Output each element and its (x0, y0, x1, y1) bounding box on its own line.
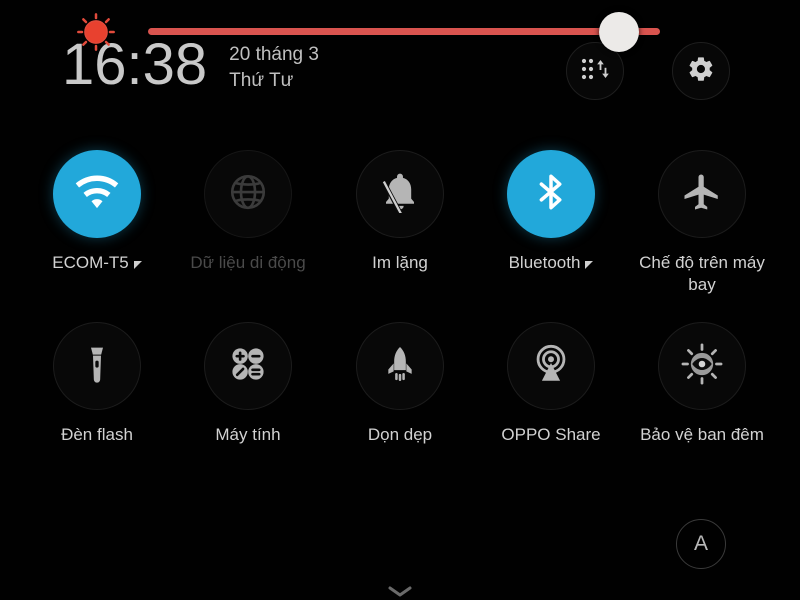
brightness-slider[interactable] (148, 12, 660, 52)
expand-triangle-icon[interactable] (585, 261, 594, 269)
tile-night-protection-label: Bảo vệ ban đêm (640, 425, 764, 444)
brightness-contrast-icon (74, 13, 118, 51)
bluetooth-icon (530, 171, 572, 218)
tile-calculator[interactable]: Máy tính (172, 322, 324, 446)
tile-bluetooth-label: Bluetooth (509, 252, 594, 274)
calculator-icon (227, 343, 269, 390)
tile-mobile-data-circle[interactable] (204, 150, 292, 238)
tile-wifi[interactable]: ECOM-T5 (21, 150, 173, 274)
auto-brightness-label: A (693, 532, 708, 555)
toggle-row-2: Đèn flash Máy tính Dọn dẹp OPPO Share Bả… (0, 322, 800, 494)
weekday-text: Thứ Tư (229, 69, 294, 91)
tile-cleanup[interactable]: Dọn dẹp (324, 322, 476, 446)
wifi-icon (74, 173, 120, 216)
chevron-down-icon (388, 586, 412, 597)
gear-icon (687, 55, 715, 88)
tile-flashlight-label: Đèn flash (61, 425, 133, 444)
tile-flashlight[interactable]: Đèn flash (21, 322, 173, 446)
expand-triangle-icon[interactable] (133, 261, 142, 269)
tile-silent[interactable]: Im lặng (324, 150, 476, 274)
broadcast-icon (530, 343, 572, 390)
brightness-slider-thumb[interactable] (599, 12, 640, 52)
tile-mobile-data-label: Dữ liệu di động (190, 253, 306, 272)
tile-night-protection[interactable]: Bảo vệ ban đêm (626, 322, 778, 446)
tile-airplane-mode[interactable]: Chế độ trên máy bay (626, 150, 778, 296)
tile-calculator-label: Máy tính (215, 425, 281, 444)
toggle-row-1: ECOM-T5 Dữ liệu di động Im lặng Bluetoot… (0, 150, 800, 322)
tile-bluetooth[interactable]: Bluetooth (475, 150, 627, 274)
tile-flashlight-circle[interactable] (53, 322, 141, 410)
tile-mobile-data[interactable]: Dữ liệu di động (172, 150, 324, 274)
date-block: 20 tháng 3 Thứ Tư (229, 36, 319, 93)
tile-oppo-share-label: OPPO Share (501, 425, 601, 444)
brightness-slider-track[interactable] (148, 28, 660, 35)
status-header: 16:38 20 tháng 3 Thứ Tư (0, 0, 800, 130)
tile-night-protection-circle[interactable] (658, 322, 746, 410)
tile-airplane-mode-circle[interactable] (658, 150, 746, 238)
tile-airplane-mode-label: Chế độ trên máy bay (639, 253, 765, 295)
bell-slash-icon (379, 171, 421, 220)
eye-care-icon (680, 342, 724, 391)
tile-silent-circle[interactable] (356, 150, 444, 238)
tile-silent-label: Im lặng (372, 253, 428, 272)
tile-oppo-share-circle[interactable] (507, 322, 595, 410)
flashlight-icon (77, 344, 117, 389)
airplane-icon (681, 171, 723, 218)
auto-brightness-button[interactable]: A (676, 519, 726, 569)
tile-cleanup-circle[interactable] (356, 322, 444, 410)
settings-button[interactable] (672, 42, 730, 100)
grid-arrows-icon (580, 56, 610, 87)
tile-wifi-label: ECOM-T5 (52, 252, 142, 274)
rocket-icon (380, 344, 420, 389)
panel-drag-handle[interactable] (0, 586, 800, 598)
tile-calculator-circle[interactable] (204, 322, 292, 410)
tile-wifi-circle[interactable] (53, 150, 141, 238)
tile-cleanup-label: Dọn dẹp (367, 425, 433, 444)
quick-toggle-grid: ECOM-T5 Dữ liệu di động Im lặng Bluetoot… (0, 150, 800, 494)
date-text: 20 tháng 3 (229, 44, 319, 65)
globe-icon (227, 171, 269, 218)
quick-settings-panel: 16:38 20 tháng 3 Thứ Tư ECOM-T5 Dữ liệu … (0, 0, 800, 600)
tile-bluetooth-circle[interactable] (507, 150, 595, 238)
tile-oppo-share[interactable]: OPPO Share (475, 322, 627, 446)
